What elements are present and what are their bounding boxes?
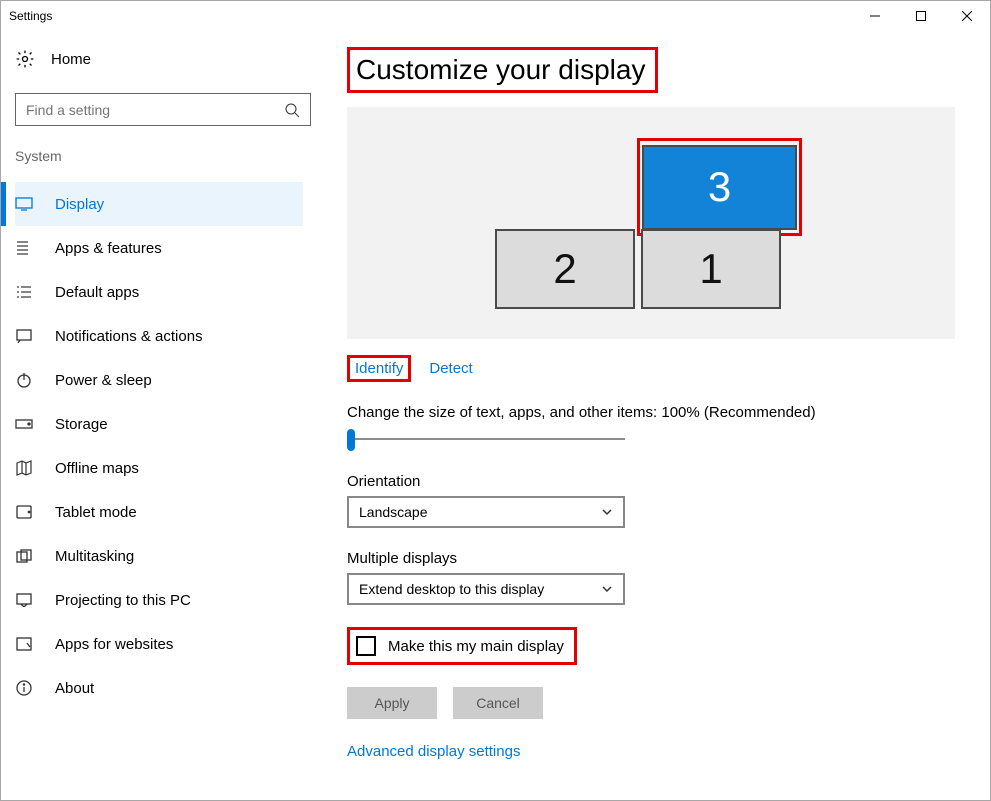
section-label: System xyxy=(15,148,303,164)
main-panel: Customize your display 3 2 1 Identify De… xyxy=(317,31,990,800)
sidebar-item-label: Notifications & actions xyxy=(55,328,203,345)
search-icon xyxy=(284,102,300,118)
sidebar-item-notifications[interactable]: Notifications & actions xyxy=(15,314,303,358)
sidebar-item-power[interactable]: Power & sleep xyxy=(15,358,303,402)
power-icon xyxy=(15,371,33,389)
maximize-button[interactable] xyxy=(898,1,944,31)
slider-track xyxy=(351,438,625,440)
sidebar-item-storage[interactable]: Storage xyxy=(15,402,303,446)
identify-link[interactable]: Identify xyxy=(347,355,411,382)
sidebar-item-projecting[interactable]: Projecting to this PC xyxy=(15,578,303,622)
home-button[interactable]: Home xyxy=(15,49,303,69)
orientation-label: Orientation xyxy=(347,473,960,490)
home-label: Home xyxy=(51,51,91,68)
close-button[interactable] xyxy=(944,1,990,31)
detect-link[interactable]: Detect xyxy=(429,360,472,377)
storage-icon xyxy=(15,415,33,433)
search-input[interactable] xyxy=(26,102,284,118)
main-display-checkbox[interactable] xyxy=(356,636,376,656)
sidebar-item-maps[interactable]: Offline maps xyxy=(15,446,303,490)
sidebar-item-multitasking[interactable]: Multitasking xyxy=(15,534,303,578)
display-arrangement-canvas[interactable]: 3 2 1 xyxy=(347,107,955,339)
sidebar-item-apps[interactable]: Apps & features xyxy=(15,226,303,270)
apply-button[interactable]: Apply xyxy=(347,687,437,719)
appweb-icon xyxy=(15,635,33,653)
page-title-highlight: Customize your display xyxy=(347,47,658,93)
sidebar-item-label: Offline maps xyxy=(55,460,139,477)
multiple-displays-label: Multiple displays xyxy=(347,550,960,567)
monitor-3[interactable]: 3 xyxy=(642,145,797,230)
sidebar-item-label: Tablet mode xyxy=(55,504,137,521)
scale-slider[interactable] xyxy=(347,427,625,451)
about-icon xyxy=(15,679,33,697)
page-title: Customize your display xyxy=(356,54,645,86)
main-display-highlight: Make this my main display xyxy=(347,627,577,665)
slider-thumb[interactable] xyxy=(347,429,355,451)
sidebar-item-apps-for-websites[interactable]: Apps for websites xyxy=(15,622,303,666)
sidebar-item-default-apps[interactable]: Default apps xyxy=(15,270,303,314)
sidebar-item-label: Apps for websites xyxy=(55,636,173,653)
monitor-3-highlight: 3 xyxy=(637,138,802,236)
advanced-display-settings-link[interactable]: Advanced display settings xyxy=(347,743,960,760)
sidebar-item-about[interactable]: About xyxy=(15,666,303,710)
display-icon xyxy=(15,195,33,213)
minimize-button[interactable] xyxy=(852,1,898,31)
sidebar-item-label: Storage xyxy=(55,416,108,433)
sidebar-item-label: Multitasking xyxy=(55,548,134,565)
sidebar-item-label: Power & sleep xyxy=(55,372,152,389)
search-box[interactable] xyxy=(15,93,311,126)
apps-icon xyxy=(15,239,33,257)
window-controls xyxy=(852,1,990,31)
sidebar-item-label: About xyxy=(55,680,94,697)
chevron-down-icon xyxy=(601,583,613,595)
window-title: Settings xyxy=(1,9,852,23)
sidebar: Home System Display Apps & features Defa… xyxy=(1,31,317,800)
orientation-value: Landscape xyxy=(359,504,428,520)
monitor-2[interactable]: 2 xyxy=(495,229,635,309)
chevron-down-icon xyxy=(601,506,613,518)
multiple-displays-value: Extend desktop to this display xyxy=(359,581,544,597)
notifications-icon xyxy=(15,327,33,345)
sidebar-item-label: Apps & features xyxy=(55,240,162,257)
monitor-1[interactable]: 1 xyxy=(641,229,781,309)
sidebar-item-label: Default apps xyxy=(55,284,139,301)
main-display-label: Make this my main display xyxy=(388,638,564,655)
sidebar-item-display[interactable]: Display xyxy=(15,182,303,226)
tablet-icon xyxy=(15,503,33,521)
projecting-icon xyxy=(15,591,33,609)
multiple-displays-select[interactable]: Extend desktop to this display xyxy=(347,573,625,605)
main-display-checkbox-row[interactable]: Make this my main display xyxy=(356,636,564,656)
sidebar-item-tablet[interactable]: Tablet mode xyxy=(15,490,303,534)
sidebar-item-label: Display xyxy=(55,196,104,213)
scale-label: Change the size of text, apps, and other… xyxy=(347,404,960,421)
maps-icon xyxy=(15,459,33,477)
cancel-button[interactable]: Cancel xyxy=(453,687,543,719)
multitasking-icon xyxy=(15,547,33,565)
orientation-select[interactable]: Landscape xyxy=(347,496,625,528)
defaults-icon xyxy=(15,283,33,301)
titlebar[interactable]: Settings xyxy=(1,1,990,31)
gear-icon xyxy=(15,49,35,69)
sidebar-item-label: Projecting to this PC xyxy=(55,592,191,609)
